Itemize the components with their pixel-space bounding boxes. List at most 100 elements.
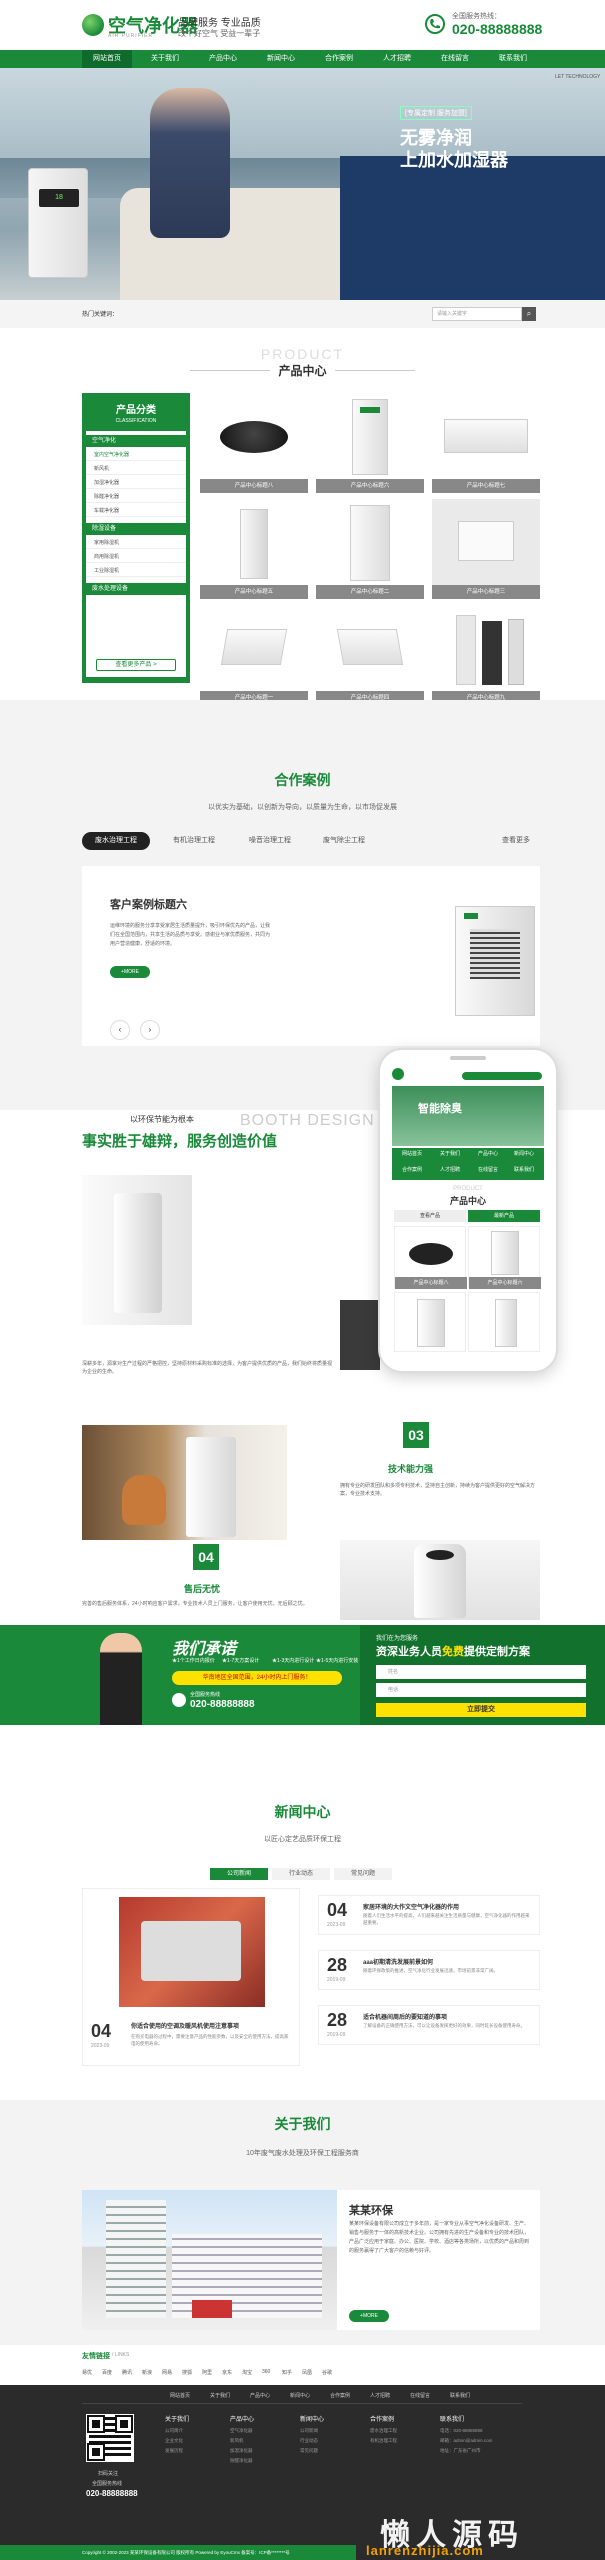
featured-news[interactable]: 04 2023-09 你适合使用的空调及暖风机使用注意事项 在购买电器的过程中，… [82, 1888, 300, 2066]
product-card[interactable]: 产品中心标题六 [316, 393, 424, 493]
product-card[interactable]: 产品中心标题九 [432, 605, 540, 705]
category-item[interactable]: 室内空气净化器 [86, 449, 186, 461]
footer-col-item[interactable]: 空气净化器 [230, 2428, 253, 2434]
category-group[interactable]: 空气净化 [86, 435, 186, 447]
product-card[interactable]: 产品中心标题四 [316, 605, 424, 705]
footer-col-item[interactable]: 行业动态 [300, 2438, 318, 2444]
nav-item-news[interactable]: 新闻中心 [256, 50, 306, 68]
news-item[interactable]: 04 2023-09 家居环境的大作文空气净化器的作用 随着人们生活水平的提高，… [318, 1895, 540, 1935]
link-item[interactable]: 搜狐 [182, 2369, 192, 2376]
link-item[interactable]: 京东 [222, 2369, 232, 2376]
footer-col-item[interactable]: 除醛净化器 [230, 2458, 253, 2464]
nav-item-about[interactable]: 关于我们 [140, 50, 190, 68]
footer-col-item[interactable]: 发展历程 [165, 2448, 183, 2454]
category-item[interactable]: 商用除湿机 [86, 551, 186, 563]
footer-col-item[interactable]: 新风机 [230, 2438, 244, 2444]
nav-item-contact[interactable]: 联系我们 [488, 50, 538, 68]
link-item[interactable]: 网易 [162, 2369, 172, 2376]
search-button[interactable]: ⌕ [522, 307, 536, 321]
footer-nav-item[interactable]: 新闻中心 [290, 2392, 310, 2399]
footer-col-item[interactable]: 常见问题 [300, 2448, 318, 2454]
form-name-input[interactable]: 姓名 [376, 1665, 586, 1679]
nav-item-products[interactable]: 产品中心 [198, 50, 248, 68]
phone-nav-item[interactable]: 在线留言 [470, 1166, 506, 1173]
link-item[interactable]: 新浪 [142, 2369, 152, 2376]
phone-product[interactable]: 产品中心标题八 [394, 1226, 467, 1289]
link-item[interactable]: 凤凰 [302, 2369, 312, 2376]
news-title[interactable]: aaa初期清洗发展前景如何 [363, 1957, 533, 1966]
link-item[interactable]: 谷歌 [322, 2369, 332, 2376]
category-item[interactable]: 车载净化器 [86, 505, 186, 517]
phone-nav-item[interactable]: 人才招聘 [432, 1166, 468, 1173]
nav-item-message[interactable]: 在线留言 [430, 50, 480, 68]
news-item[interactable]: 28 2019-09 适合机器间周后的要知道的事项 了解设备的正确使用方法，可以… [318, 2005, 540, 2045]
case-next-button[interactable]: › [140, 1020, 160, 1040]
link-item[interactable]: 知乎 [282, 2369, 292, 2376]
link-item[interactable]: 360 [262, 2369, 270, 2375]
footer-nav-item[interactable]: 网站首页 [170, 2392, 190, 2399]
link-item[interactable]: 腾讯 [122, 2369, 132, 2376]
footer-nav-item[interactable]: 人才招聘 [370, 2392, 390, 2399]
category-group[interactable]: 废水处理设备 [86, 583, 186, 595]
nav-item-cases[interactable]: 合作案例 [314, 50, 364, 68]
phone-nav-item[interactable]: 合作案例 [394, 1166, 430, 1173]
news-tab[interactable]: 行业动态 [272, 1868, 330, 1880]
case-title[interactable]: 客户案例标题六 [110, 896, 187, 912]
product-card[interactable]: 产品中心标题三 [432, 499, 540, 599]
news-item[interactable]: 28 2019-09 aaa初期清洗发展前景如何 随着环保政策的推进，空气净化行… [318, 1950, 540, 1990]
category-item[interactable]: 除醛净化器 [86, 491, 186, 503]
news-title[interactable]: 家居环境的大作文空气净化器的作用 [363, 1902, 533, 1911]
phone-nav-item[interactable]: 网站首页 [394, 1150, 430, 1157]
nav-item-home[interactable]: 网站首页 [82, 50, 132, 68]
phone-product[interactable] [468, 1292, 540, 1352]
footer-col-item[interactable]: 有机治理工程 [370, 2438, 397, 2444]
case-prev-button[interactable]: ‹ [110, 1020, 130, 1040]
case-tab[interactable]: 噪音治理工程 [236, 832, 304, 850]
cases-more-link[interactable]: 查看更多 [492, 832, 540, 850]
form-submit-button[interactable]: 立即提交 [376, 1703, 586, 1717]
about-more-button[interactable]: +MORE [349, 2310, 389, 2322]
product-card[interactable]: 产品中心标题二 [316, 499, 424, 599]
category-item[interactable]: 新风机 [86, 463, 186, 475]
footer-nav-item[interactable]: 合作案例 [330, 2392, 350, 2399]
category-item[interactable]: 家用除湿机 [86, 537, 186, 549]
category-item[interactable]: 工业除湿机 [86, 565, 186, 577]
logo-icon[interactable] [82, 14, 104, 36]
product-card[interactable]: 产品中心标题五 [200, 499, 308, 599]
link-item[interactable]: 百度 [102, 2369, 112, 2376]
footer-nav-item[interactable]: 联系我们 [450, 2392, 470, 2399]
news-tab[interactable]: 公司新闻 [210, 1868, 268, 1880]
case-tab[interactable]: 废水治理工程 [82, 832, 150, 850]
featured-news-title[interactable]: 你适合使用的空调及暖风机使用注意事项 [131, 2021, 291, 2030]
case-tab[interactable]: 有机治理工程 [160, 832, 228, 850]
phone-nav-item[interactable]: 产品中心 [470, 1150, 506, 1157]
news-title[interactable]: 适合机器间周后的要知道的事项 [363, 2012, 533, 2021]
nav-item-jobs[interactable]: 人才招聘 [372, 50, 422, 68]
phone-nav-item[interactable]: 联系我们 [506, 1166, 542, 1173]
footer-nav-item[interactable]: 产品中心 [250, 2392, 270, 2399]
footer-col-item[interactable]: 企业文化 [165, 2438, 183, 2444]
product-card[interactable]: 产品中心标题八 [200, 393, 308, 493]
category-group[interactable]: 除湿设备 [86, 523, 186, 535]
case-more-button[interactable]: +MORE [110, 966, 150, 978]
product-card[interactable]: 产品中心标题一 [200, 605, 308, 705]
footer-nav-item[interactable]: 关于我们 [210, 2392, 230, 2399]
phone-nav-item[interactable]: 新闻中心 [506, 1150, 542, 1157]
footer-col-item[interactable]: 公司简介 [165, 2428, 183, 2434]
footer-nav-item[interactable]: 在线留言 [410, 2392, 430, 2399]
search-input[interactable]: 请输入关键字 [432, 307, 522, 321]
case-tab[interactable]: 废气除尘工程 [310, 832, 378, 850]
product-card[interactable]: 产品中心标题七 [432, 393, 540, 493]
link-item[interactable]: 易优 [82, 2369, 92, 2376]
phone-product[interactable] [394, 1292, 466, 1352]
footer-col-item[interactable]: 废水治理工程 [370, 2428, 397, 2434]
footer-col-item[interactable]: 加湿净化器 [230, 2448, 253, 2454]
form-phone-input[interactable]: 电话 [376, 1683, 586, 1697]
phone-tab[interactable]: 查看产品 [394, 1210, 466, 1222]
phone-tab[interactable]: 最新产品 [468, 1210, 540, 1222]
link-item[interactable]: 淘宝 [242, 2369, 252, 2376]
link-item[interactable]: 阿里 [202, 2369, 212, 2376]
hero-banner[interactable]: 18 [0, 68, 605, 300]
phone-product[interactable]: 产品中心标题六 [468, 1226, 541, 1289]
more-products-button[interactable]: 查看更多产品 > [96, 659, 176, 671]
